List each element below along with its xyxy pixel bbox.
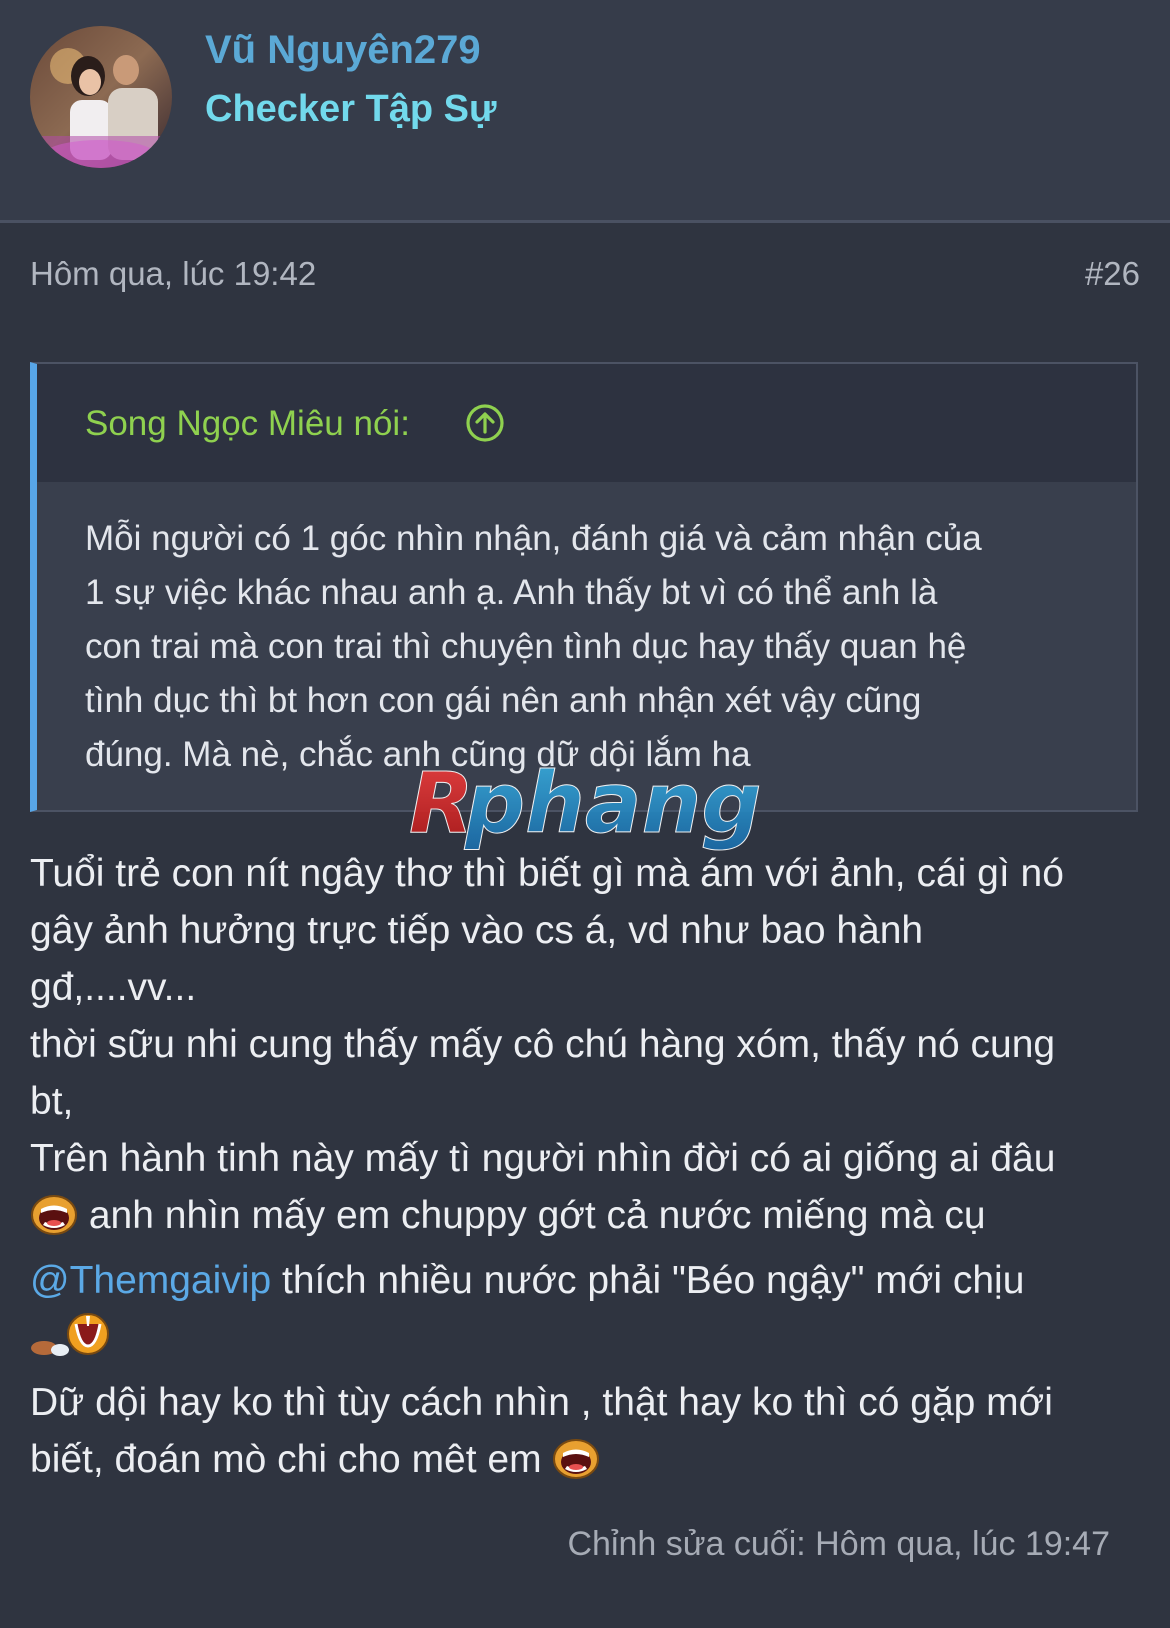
user-title: Checker Tập Sự (205, 88, 497, 130)
body-line (30, 1309, 1140, 1374)
quote-line: con trai mà con trai thì chuyện tình dục… (85, 627, 967, 666)
post-date[interactable]: Hôm qua, lúc 19:42 (30, 255, 316, 293)
drooling-face-icon (30, 1312, 112, 1374)
quote-line: Mỗi người có 1 góc nhìn nhận, đánh giá v… (85, 519, 982, 558)
body-line: Dữ dội hay ko thì tùy cách nhìn , thật h… (30, 1381, 1053, 1424)
body-text: biết, đoán mò chi cho mêt em (30, 1438, 542, 1481)
quote-header: Song Ngọc Miêu nói: (37, 364, 1136, 482)
body-line: bt, (30, 1080, 74, 1123)
post-header: Vũ Nguyên279 Checker Tập Sự (0, 0, 1170, 223)
body-line: Trên hành tinh này mấy tì người nhìn đời… (30, 1137, 1056, 1180)
user-mention-link[interactable]: @Themgaivip (30, 1259, 271, 1302)
body-line: anh nhìn mấy em chuppy gớt cả nước miếng… (30, 1187, 1140, 1252)
quote-author[interactable]: Song Ngọc Miêu nói: (85, 404, 410, 444)
arrow-up-circle-icon[interactable] (465, 403, 505, 443)
laughing-face-icon (30, 1192, 78, 1252)
avatar-photo (30, 26, 172, 168)
post-number[interactable]: #26 (1085, 255, 1140, 293)
quote-line: đúng. Mà nè, chắc anh cũng dữ dội lắm ha (85, 735, 751, 774)
body-line: gây ảnh hưởng trực tiếp vào cs á, vd như… (30, 909, 924, 952)
body-line: gđ,....vv... (30, 966, 197, 1009)
username[interactable]: Vũ Nguyên279 (205, 28, 481, 73)
quote-line: 1 sự việc khác nhau anh ạ. Anh thấy bt v… (85, 573, 938, 612)
last-edited-note: Chỉnh sửa cuối: Hôm qua, lúc 19:47 (567, 1525, 1110, 1563)
body-text: anh nhìn mấy em chuppy gớt cả nước miếng… (88, 1194, 986, 1237)
body-line: biết, đoán mò chi cho mêt em (30, 1431, 1140, 1496)
body-line: thời sữu nhi cung thấy mấy cô chú hàng x… (30, 1023, 1056, 1066)
post-body: Tuổi trẻ con nít ngây thơ thì biết gì mà… (30, 845, 1140, 1496)
quote-text: Mỗi người có 1 góc nhìn nhận, đánh giá v… (85, 512, 1085, 782)
body-line: @Themgaivip thích nhiều nước phải "Béo n… (30, 1252, 1140, 1309)
quote-block: Song Ngọc Miêu nói: Mỗi người có 1 góc n… (30, 362, 1138, 812)
avatar[interactable] (30, 26, 172, 168)
quote-line: tình dục thì bt hơn con gái nên anh nhận… (85, 681, 922, 720)
body-text: thích nhiều nước phải "Béo ngậy" mới chị… (282, 1259, 1025, 1302)
laughing-face-icon (552, 1436, 600, 1496)
body-line: Tuổi trẻ con nít ngây thơ thì biết gì mà… (30, 852, 1064, 895)
